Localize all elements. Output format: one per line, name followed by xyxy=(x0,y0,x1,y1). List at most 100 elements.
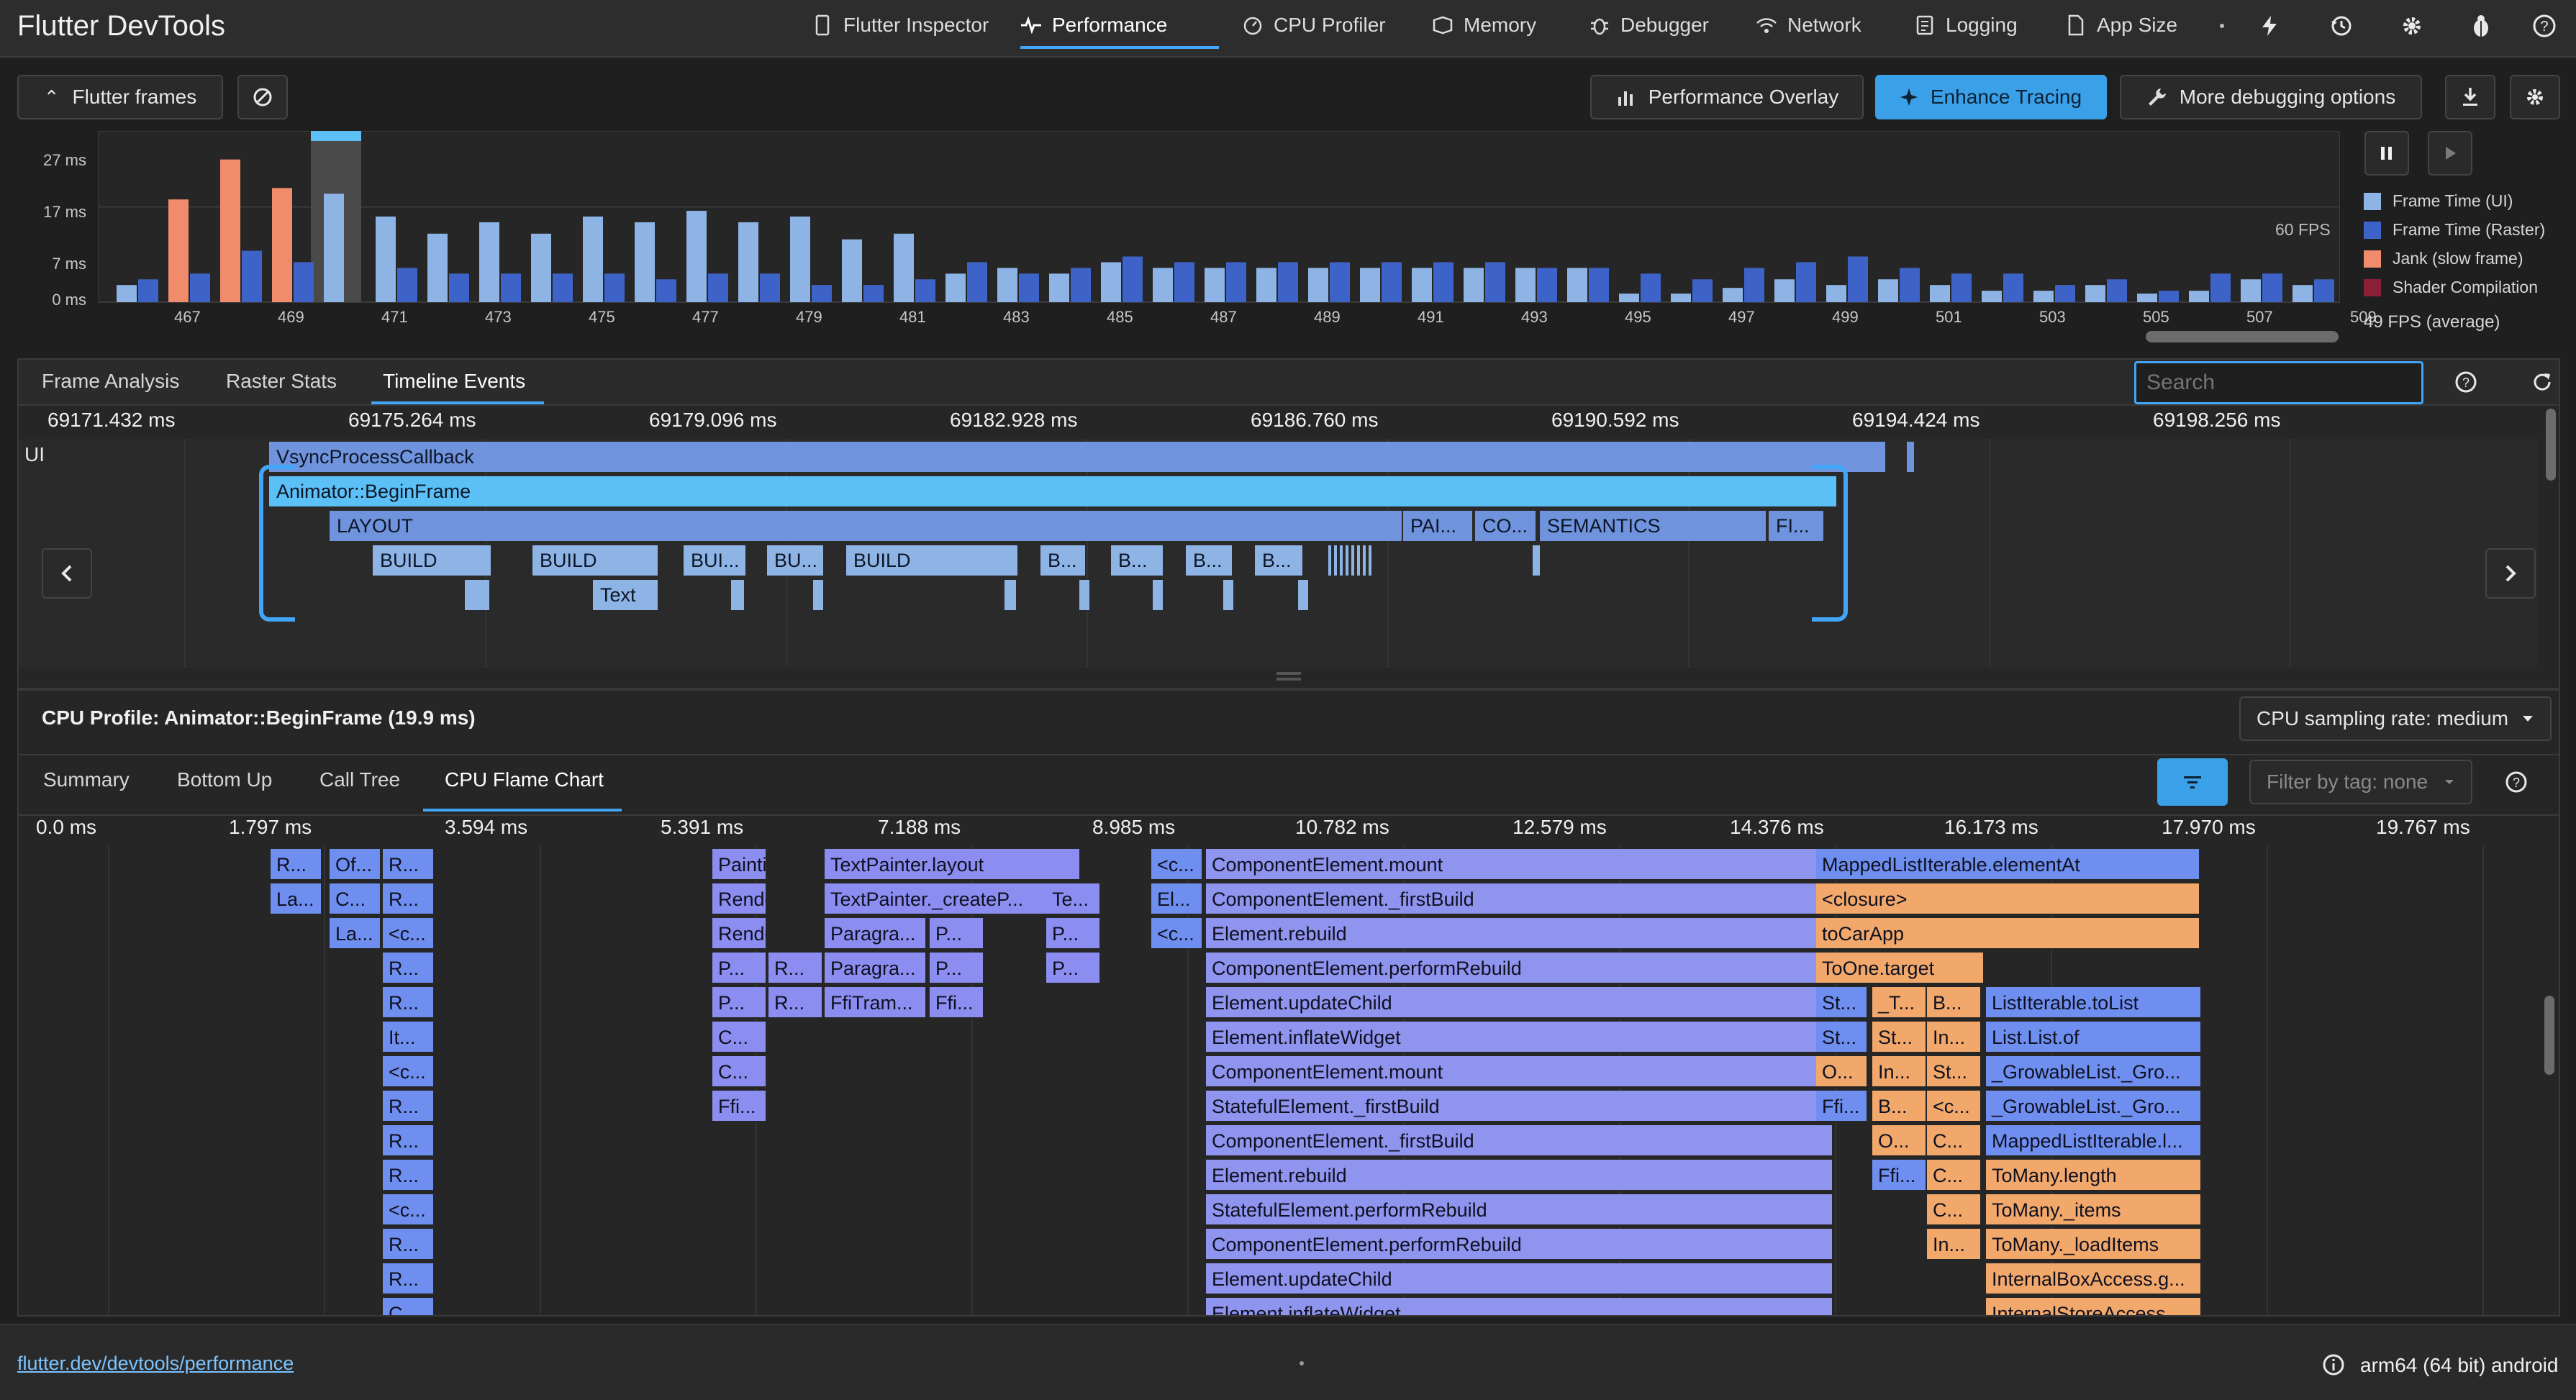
flame-frame[interactable]: R... xyxy=(383,883,435,915)
tab-cpu-flame-chart[interactable]: CPU Flame Chart xyxy=(445,768,604,791)
flame-frame[interactable]: ToOne.target xyxy=(1816,953,1985,984)
flame-frame[interactable]: C... xyxy=(1927,1160,1982,1191)
performance-overlay-button[interactable]: Performance Overlay xyxy=(1590,75,1864,119)
help-circle-icon[interactable]: ? xyxy=(2504,770,2529,798)
tab-frame-analysis[interactable]: Frame Analysis xyxy=(42,370,179,393)
flame-frame[interactable]: In... xyxy=(1927,1229,1982,1260)
ladybug-icon[interactable] xyxy=(2468,13,2494,39)
event-build-short[interactable]: B... xyxy=(1186,545,1232,576)
event-build[interactable]: BU... xyxy=(767,545,823,576)
event-small[interactable] xyxy=(1533,545,1540,576)
info-icon[interactable] xyxy=(2321,1353,2346,1381)
flame-frame[interactable]: ComponentElement.performRebuild xyxy=(1206,953,1833,984)
flame-frame[interactable]: Element.updateChild xyxy=(1206,987,1833,1019)
flame-frame[interactable]: It... xyxy=(383,1022,435,1053)
flame-frame[interactable]: MappedListIterable.l... xyxy=(1986,1125,2202,1157)
flame-frame[interactable]: R... xyxy=(383,953,435,984)
event-vsync-process-callback[interactable]: VsyncProcessCallback xyxy=(269,442,1885,472)
tab-app-size[interactable]: App Size xyxy=(2065,0,2177,50)
flame-frame[interactable]: <c... xyxy=(383,918,435,950)
flame-frame[interactable]: O... xyxy=(1816,1056,1868,1088)
flame-frame[interactable]: Element.updateChild xyxy=(1206,1263,1833,1295)
flame-frame[interactable]: <c... xyxy=(1927,1091,1982,1122)
flame-frame[interactable]: In... xyxy=(1927,1022,1982,1053)
event-small[interactable] xyxy=(1298,580,1308,610)
flame-frame[interactable]: Element.inflateWidget xyxy=(1206,1298,1833,1315)
tab-network[interactable]: Network xyxy=(1756,0,1861,50)
flame-frame[interactable]: Ffi... xyxy=(1816,1091,1868,1122)
flame-frame[interactable]: St... xyxy=(1816,987,1868,1019)
flame-frame[interactable]: ComponentElement.mount xyxy=(1206,849,1833,881)
event-vsync-tail[interactable] xyxy=(1907,442,1914,472)
flame-frame[interactable]: R... xyxy=(383,1263,435,1295)
flame-frame[interactable]: Painting... xyxy=(712,849,767,881)
flame-frame[interactable]: ComponentElement._firstBuild xyxy=(1206,883,1833,915)
event-semantics[interactable]: SEMANTICS xyxy=(1540,511,1766,541)
event-small[interactable] xyxy=(1004,580,1016,610)
flame-frame[interactable]: TextPainter._createP... xyxy=(825,883,1081,915)
flame-frame[interactable]: O... xyxy=(1872,1125,1927,1157)
flame-frame[interactable]: R... xyxy=(768,953,823,984)
flame-frame[interactable]: P... xyxy=(930,953,984,984)
tab-bottom-up[interactable]: Bottom Up xyxy=(177,768,272,791)
flame-frame[interactable]: <closure> xyxy=(1816,883,2200,915)
flame-frame[interactable]: B... xyxy=(1927,987,1982,1019)
flame-frame[interactable]: _T... xyxy=(1872,987,1927,1019)
resize-handle[interactable] xyxy=(1276,672,1301,675)
flame-frame[interactable]: Te... xyxy=(1046,883,1101,915)
help-circle-icon[interactable]: ? xyxy=(2454,370,2478,398)
flame-frame[interactable]: R... xyxy=(768,987,823,1019)
event-small[interactable] xyxy=(1153,580,1163,610)
flame-frame[interactable]: Paragra... xyxy=(825,953,927,984)
event-small[interactable] xyxy=(1223,580,1233,610)
flame-frame[interactable]: Element.inflateWidget xyxy=(1206,1022,1833,1053)
tab-cpu-profiler[interactable]: CPU Profiler xyxy=(1242,0,1386,50)
flame-frame[interactable]: El... xyxy=(1151,883,1203,915)
flame-frame[interactable]: St... xyxy=(1927,1056,1982,1088)
flame-frame[interactable]: Paragra... xyxy=(825,918,927,950)
flame-frame[interactable]: R... xyxy=(383,849,435,881)
event-animator-begin-frame[interactable]: Animator::BeginFrame xyxy=(269,476,1836,506)
flame-frame[interactable]: C... xyxy=(1927,1194,1982,1226)
event-build-short[interactable]: B... xyxy=(1255,545,1302,576)
clear-frames-button[interactable] xyxy=(237,75,288,119)
flame-frame[interactable]: St... xyxy=(1872,1022,1927,1053)
tab-memory[interactable]: Memory xyxy=(1432,0,1536,50)
event-build-short[interactable]: B... xyxy=(1040,545,1085,576)
flame-frame[interactable]: _GrowableList._Gro... xyxy=(1986,1056,2202,1088)
help-icon[interactable]: ? xyxy=(2531,13,2557,39)
flame-frame[interactable]: C... xyxy=(712,1056,767,1088)
tab-debugger[interactable]: Debugger xyxy=(1589,0,1709,50)
frames-scrollbar[interactable] xyxy=(2146,331,2339,342)
event-small[interactable] xyxy=(1079,580,1089,610)
event-paint[interactable]: PAI... xyxy=(1403,511,1472,541)
flame-frame[interactable]: C... xyxy=(383,1298,435,1315)
flame-frame[interactable]: StatefulElement._firstBuild xyxy=(1206,1091,1833,1122)
flame-frame[interactable]: TextPainter.layout xyxy=(825,849,1081,881)
event-small[interactable] xyxy=(813,580,823,610)
flame-frame[interactable]: ComponentElement.performRebuild xyxy=(1206,1229,1833,1260)
cpu-sampling-rate-dropdown[interactable]: CPU sampling rate: medium xyxy=(2239,696,2552,741)
performance-settings-button[interactable] xyxy=(2510,75,2560,119)
flame-frame[interactable]: toCarApp xyxy=(1816,918,2200,950)
filter-by-tag-dropdown[interactable]: Filter by tag: none xyxy=(2249,760,2472,804)
flutter-frames-toggle[interactable]: ⌃ Flutter frames xyxy=(17,75,223,119)
history-icon[interactable] xyxy=(2328,13,2354,39)
event-build[interactable]: BUILD xyxy=(532,545,658,576)
event-small[interactable] xyxy=(731,580,744,610)
flame-frame[interactable]: Ffi... xyxy=(712,1091,767,1122)
flame-frame[interactable]: Ffi... xyxy=(1872,1160,1927,1191)
flame-frame[interactable]: St... xyxy=(1816,1022,1868,1053)
flame-frame[interactable]: P... xyxy=(712,987,767,1019)
more-debugging-options-button[interactable]: More debugging options xyxy=(2120,75,2422,119)
timeline-search-input[interactable] xyxy=(2134,361,2423,404)
tab-logging[interactable]: Logging xyxy=(1914,0,2018,50)
enhance-tracing-button[interactable]: Enhance Tracing xyxy=(1875,75,2107,119)
event-build[interactable]: BUILD xyxy=(846,545,1017,576)
flame-frame[interactable]: C... xyxy=(330,883,381,915)
tab-call-tree[interactable]: Call Tree xyxy=(319,768,400,791)
flame-frame[interactable]: P... xyxy=(930,918,984,950)
flame-frame[interactable]: C... xyxy=(712,1022,767,1053)
flame-frame[interactable]: In... xyxy=(1872,1056,1927,1088)
event-layout[interactable]: LAYOUT xyxy=(330,511,1402,541)
